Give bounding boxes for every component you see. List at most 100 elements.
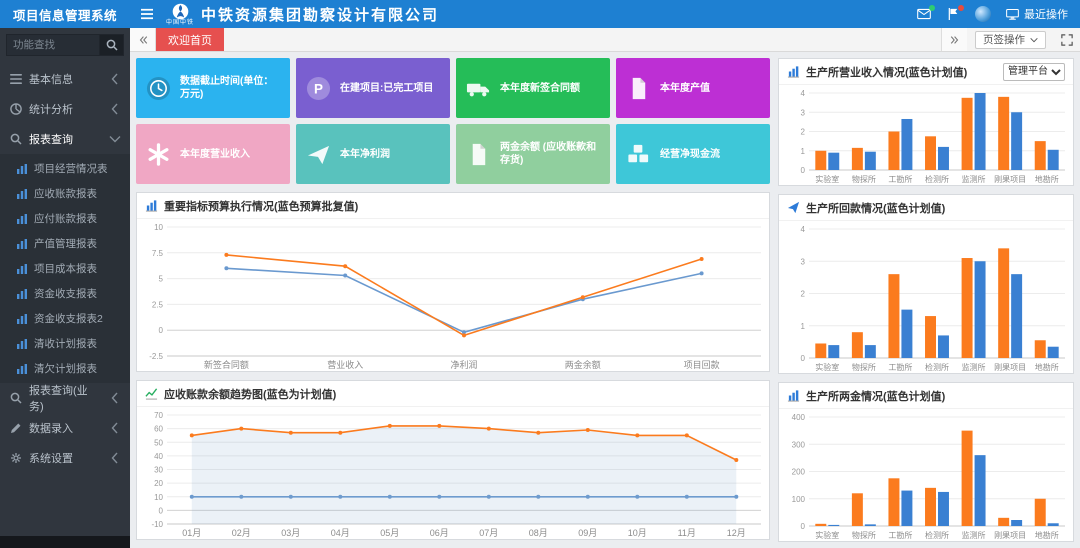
sidebar-item[interactable]: 基本信息 <box>0 64 130 94</box>
stat-card[interactable]: 本年度新签合同额 <box>456 58 610 118</box>
svg-text:12月: 12月 <box>727 528 746 538</box>
search-input[interactable] <box>6 34 100 56</box>
svg-text:P: P <box>314 81 323 96</box>
stat-card[interactable]: 本年度产值 <box>616 58 770 118</box>
sidebar-item-label: 报表查询 <box>29 131 73 147</box>
asterisk-icon <box>146 142 171 167</box>
stats-icon <box>10 103 22 115</box>
svg-text:200: 200 <box>792 468 806 477</box>
sidebar-subitem[interactable]: 项目经营情况表 <box>0 156 130 181</box>
svg-text:09月: 09月 <box>578 528 597 538</box>
clock-icon <box>146 76 171 101</box>
sidebar-subitem[interactable]: 资金收支报表2 <box>0 306 130 331</box>
sidebar-subitem[interactable]: 清欠计划报表 <box>0 356 130 381</box>
svg-text:10月: 10月 <box>628 528 647 538</box>
svg-text:检测所: 检测所 <box>925 530 949 540</box>
sidebar-item[interactable]: 数据录入 <box>0 413 130 443</box>
platform-select[interactable]: 管理平台 <box>1003 63 1065 81</box>
svg-text:20: 20 <box>154 479 163 488</box>
bar-chart-icon <box>787 65 800 78</box>
svg-text:11月: 11月 <box>678 528 696 538</box>
sidebar-subitem[interactable]: 应收账款报表 <box>0 181 130 206</box>
parking-icon: P <box>306 76 331 101</box>
stat-card[interactable]: 经营净现金流 <box>616 124 770 184</box>
svg-text:2.5: 2.5 <box>152 300 164 309</box>
user-avatar[interactable] <box>975 6 991 22</box>
fullscreen-button[interactable] <box>1054 28 1080 51</box>
tabbar-spacer <box>224 28 941 51</box>
tab-welcome-home[interactable]: 欢迎首页 <box>156 28 224 51</box>
sidebar-item-label: 数据录入 <box>29 420 73 436</box>
panel-title: 应收账款余额趋势图(蓝色为计划值) <box>164 386 336 402</box>
panel-header: 应收账款余额趋势图(蓝色为计划值) <box>137 381 769 407</box>
panel-title: 重要指标预算执行情况(蓝色预算批复值) <box>164 198 358 214</box>
sidebar-item[interactable]: 报表查询(业务) <box>0 383 130 413</box>
stat-card[interactable]: 本年净利润 <box>296 124 450 184</box>
panel-dept-revenue: 生产所营业收入情况(蓝色计划值) 管理平台 01234实验室物探所工勘所检测所监… <box>778 58 1074 186</box>
sidebar-subitem-label: 产值管理报表 <box>34 236 97 251</box>
svg-text:工勘所: 工勘所 <box>888 362 912 372</box>
topbar: 中国中铁 中铁资源集团勘察设计有限公司 最近操作 <box>130 0 1080 28</box>
budget-execution-chart: -2.502.557.510新签合同额营业收入净利润两金余额项目回款 <box>137 219 769 371</box>
svg-text:1: 1 <box>801 147 806 156</box>
sidebar-item[interactable]: 统计分析 <box>0 94 130 124</box>
panel-header: 生产所两金情况(蓝色计划值) <box>779 383 1073 409</box>
tabs-scroll-left-button[interactable] <box>130 28 156 51</box>
sidebar-subitem[interactable]: 应付账款报表 <box>0 206 130 231</box>
minibar-icon <box>16 288 28 300</box>
sidebar-subitem[interactable]: 项目成本报表 <box>0 256 130 281</box>
svg-text:-2.5: -2.5 <box>149 352 163 361</box>
stat-card[interactable]: P在建项目:已完工项目 <box>296 58 450 118</box>
truck-icon <box>466 76 491 101</box>
chevron-down-icon <box>109 133 121 145</box>
panel-header: 生产所回款情况(蓝色计划值) <box>779 195 1073 221</box>
svg-text:70: 70 <box>154 411 163 420</box>
mail-button[interactable] <box>917 8 931 20</box>
tab-operations-label: 页签操作 <box>983 32 1025 47</box>
sidebar-item[interactable]: 系统设置 <box>0 443 130 473</box>
panel-header: 生产所营业收入情况(蓝色计划值) 管理平台 <box>779 59 1073 85</box>
sidebar-subitem-label: 应付账款报表 <box>34 211 97 226</box>
panel-title: 生产所营业收入情况(蓝色计划值) <box>806 64 967 80</box>
sidebar-subitem-label: 资金收支报表2 <box>34 311 103 326</box>
flag-button[interactable] <box>946 8 960 20</box>
svg-text:06月: 06月 <box>430 528 449 538</box>
menu-toggle-button[interactable] <box>130 0 164 28</box>
file-icon <box>466 142 491 167</box>
sidebar-item-label: 统计分析 <box>29 101 73 117</box>
monitor-icon <box>1006 9 1019 20</box>
svg-text:01月: 01月 <box>182 528 201 538</box>
stat-card[interactable]: 数据截止时间(单位：万元) <box>136 58 290 118</box>
panel-title: 生产所回款情况(蓝色计划值) <box>806 200 945 216</box>
stat-card[interactable]: 本年度营业收入 <box>136 124 290 184</box>
stat-card[interactable]: 两金余额 (应收账款和存货) <box>456 124 610 184</box>
panel-header: 重要指标预算执行情况(蓝色预算批复值) <box>137 193 769 219</box>
search-button[interactable] <box>100 34 124 56</box>
sidebar-item[interactable]: 报表查询 <box>0 124 130 154</box>
left-column: 数据截止时间(单位：万元)P在建项目:已完工项目本年度新签合同额本年度产值本年度… <box>136 58 770 542</box>
recent-operations-button[interactable]: 最近操作 <box>1006 6 1068 22</box>
sidebar-menu: 基本信息统计分析报表查询项目经营情况表应收账款报表应付账款报表产值管理报表项目成… <box>0 62 130 536</box>
sidebar-subitem[interactable]: 清收计划报表 <box>0 331 130 356</box>
svg-text:10: 10 <box>154 223 163 232</box>
recent-operations-label: 最近操作 <box>1024 6 1068 22</box>
svg-text:5: 5 <box>159 275 164 284</box>
stat-card-label: 经营净现金流 <box>660 148 720 161</box>
svg-text:60: 60 <box>154 425 163 434</box>
svg-text:400: 400 <box>792 413 806 422</box>
chevron-left-icon <box>109 392 121 404</box>
svg-text:营业收入: 营业收入 <box>327 359 363 370</box>
pencil-icon <box>10 422 22 434</box>
main-area: 中国中铁 中铁资源集团勘察设计有限公司 最近操作 欢迎首页 页签操作 数据截止时… <box>130 0 1080 548</box>
svg-text:08月: 08月 <box>529 528 548 538</box>
sidebar-item-label: 报表查询(业务) <box>29 382 102 414</box>
svg-text:2: 2 <box>801 128 806 137</box>
tab-operations-dropdown[interactable]: 页签操作 <box>975 31 1046 49</box>
tabs-scroll-right-button[interactable] <box>941 28 967 51</box>
sidebar-subitem[interactable]: 产值管理报表 <box>0 231 130 256</box>
chevron-down-icon <box>1030 37 1038 43</box>
stat-card-label: 本年净利润 <box>340 148 390 161</box>
svg-text:物探所: 物探所 <box>852 362 876 372</box>
svg-text:07月: 07月 <box>479 528 498 538</box>
sidebar-subitem[interactable]: 资金收支报表 <box>0 281 130 306</box>
